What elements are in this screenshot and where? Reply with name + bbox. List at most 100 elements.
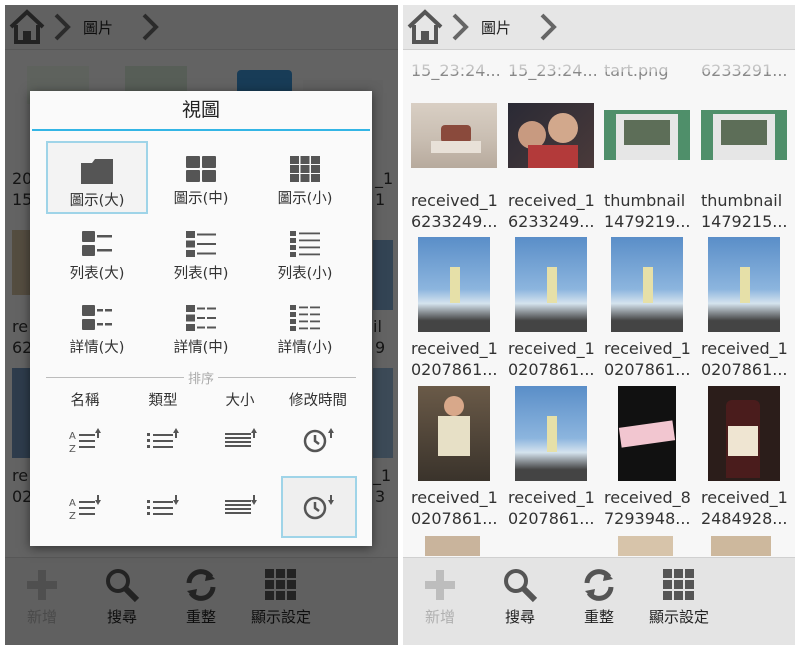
option-label: 圖示(中) <box>173 191 229 207</box>
clock-descending-icon <box>303 495 334 520</box>
sort-size-ascending[interactable] <box>203 409 279 471</box>
file-name: 0207861... <box>411 509 498 528</box>
grid-icon <box>663 569 694 600</box>
file-name: received_1 <box>604 339 691 358</box>
option-label: 列表(小) <box>277 266 333 282</box>
add-button[interactable]: 新增 <box>403 566 485 627</box>
list-large-icon <box>82 231 112 256</box>
file-name: received_1 <box>411 339 498 358</box>
breadcrumb-folder[interactable]: 圖片 <box>481 17 511 38</box>
file-thumbnail[interactable] <box>708 237 780 332</box>
view-list-medium[interactable]: 列表(中) <box>150 216 252 289</box>
file-name: 0207861... <box>508 509 595 528</box>
option-label: 圖示(大) <box>69 193 125 209</box>
view-details-large[interactable]: 詳情(大) <box>46 290 148 363</box>
sort-alpha-ascending-icon: A Z <box>69 428 101 454</box>
chevron-right-icon <box>540 13 557 41</box>
option-label: 列表(大) <box>69 266 125 282</box>
list-medium-icon <box>186 231 216 257</box>
sort-section-title: 排序 <box>183 368 219 387</box>
right-screen: 圖片 15_23:24... 15_23:24... tart.png 6233… <box>403 5 795 645</box>
file-thumbnail[interactable] <box>701 110 787 160</box>
sort-size-descending[interactable] <box>203 476 279 538</box>
sort-type-ascending[interactable] <box>125 409 201 471</box>
refresh-icon <box>584 569 614 601</box>
file-name: thumbnail <box>701 191 783 210</box>
file-name: 6233249... <box>508 212 595 231</box>
file-thumbnail[interactable] <box>708 386 780 481</box>
home-icon[interactable] <box>405 7 445 47</box>
file-name: received_1 <box>701 339 788 358</box>
search-button[interactable]: 搜尋 <box>475 566 565 627</box>
option-label: 詳情(中) <box>173 340 229 356</box>
plus-icon <box>425 570 455 600</box>
option-label: 詳情(大) <box>69 340 125 356</box>
sort-name-ascending[interactable]: A Z <box>47 409 123 471</box>
file-name: 0207861... <box>411 360 498 379</box>
file-name: 0207861... <box>604 360 691 379</box>
file-grid: 15_23:24... 15_23:24... tart.png 6233291… <box>403 50 795 557</box>
file-name: thumbnail <box>604 191 686 210</box>
file-thumbnail[interactable] <box>604 110 690 160</box>
file-name: received_1 <box>701 488 788 507</box>
refresh-button[interactable]: 重整 <box>554 566 644 627</box>
grid-3x3-icon <box>290 156 320 182</box>
left-screen: 圖片 20 15 _1 1 re 62 il 9 re 02 _1 3 新增 <box>5 5 398 645</box>
file-thumbnail[interactable] <box>711 536 771 556</box>
option-label: 詳情(小) <box>277 340 333 356</box>
file-thumbnail[interactable] <box>611 237 683 332</box>
file-thumbnail[interactable] <box>418 237 490 332</box>
file-name: 0207861... <box>508 360 595 379</box>
dialog-divider <box>32 129 370 131</box>
view-details-small[interactable]: 詳情(小) <box>254 290 356 363</box>
file-thumbnail[interactable] <box>425 536 480 556</box>
sort-type-descending-icon <box>147 495 179 515</box>
file-thumbnail[interactable] <box>618 386 676 481</box>
view-icon-small[interactable]: 圖示(小) <box>254 141 356 214</box>
sort-type-descending[interactable] <box>125 476 201 538</box>
file-name: 6233249... <box>411 212 498 231</box>
view-icon-medium[interactable]: 圖示(中) <box>150 141 252 214</box>
search-icon <box>504 569 538 603</box>
view-list-small[interactable]: 列表(小) <box>254 216 356 289</box>
option-label: 列表(中) <box>173 266 229 282</box>
sort-modified-descending[interactable] <box>281 476 357 538</box>
file-name: 0207861... <box>701 360 788 379</box>
view-dialog: 視圖 圖示(大) 圖示(中) 圖示(小) 列表(大) 列表(中) 列表(小) 詳… <box>30 91 372 546</box>
display-settings-label: 顯示設定 <box>648 608 709 626</box>
details-medium-icon <box>186 305 216 331</box>
view-icon-large[interactable]: 圖示(大) <box>46 141 148 214</box>
file-name: 7293948... <box>604 509 691 528</box>
sort-type-ascending-icon <box>147 428 179 448</box>
sort-name-descending[interactable]: A Z <box>47 476 123 538</box>
file-thumbnail[interactable] <box>515 237 587 332</box>
view-list-large[interactable]: 列表(大) <box>46 216 148 289</box>
top-bar: 圖片 <box>403 5 795 50</box>
folder-icon <box>81 159 113 184</box>
svg-text:Z: Z <box>69 511 76 521</box>
svg-text:A: A <box>69 431 76 442</box>
file-name: 1479219... <box>604 212 691 231</box>
file-thumbnail[interactable] <box>508 103 594 168</box>
svg-text:A: A <box>69 498 76 509</box>
file-name: 1479215... <box>701 212 788 231</box>
file-thumbnail[interactable] <box>418 386 490 481</box>
file-name: received_1 <box>411 488 498 507</box>
bottom-toolbar: 新增 搜尋 重整 顯示設定 <box>403 557 795 645</box>
file-thumbnail[interactable] <box>618 536 673 556</box>
sort-modified-ascending[interactable] <box>281 409 357 471</box>
clock-ascending-icon <box>303 428 334 453</box>
view-details-medium[interactable]: 詳情(中) <box>150 290 252 363</box>
display-settings-button[interactable]: 顯示設定 <box>634 566 724 627</box>
sort-header-name: 名稱 <box>70 393 100 409</box>
sort-size-descending-icon <box>225 495 257 514</box>
file-name: received_8 <box>604 488 691 507</box>
grid-2x2-icon <box>186 156 216 182</box>
sort-header-modified: 修改時間 <box>289 393 347 409</box>
sort-header-size: 大小 <box>225 393 255 409</box>
add-label: 新增 <box>424 608 455 626</box>
file-thumbnail[interactable] <box>411 103 497 168</box>
details-large-icon <box>82 305 112 330</box>
file-thumbnail[interactable] <box>515 386 587 481</box>
svg-text:Z: Z <box>69 444 76 454</box>
